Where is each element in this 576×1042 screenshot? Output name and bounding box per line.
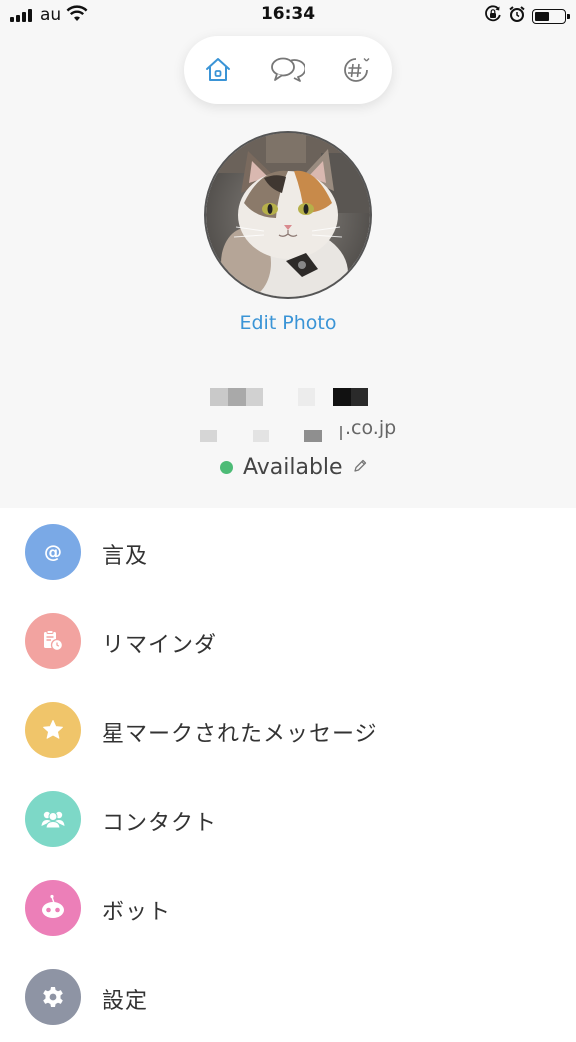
alarm-icon [508, 5, 526, 27]
menu-item-settings[interactable]: 設定 [0, 953, 576, 1042]
menu-label: リマインダ [102, 633, 218, 658]
star-icon [25, 702, 81, 758]
channel-icon [344, 58, 370, 82]
tab-home[interactable] [198, 50, 238, 90]
tab-switcher [184, 36, 392, 104]
svg-text:@: @ [44, 542, 62, 563]
menu-item-bots[interactable]: ボット [0, 864, 576, 953]
menu-item-reminders[interactable]: リマインダ [0, 597, 576, 686]
chat-icon [271, 57, 305, 82]
presence-label: Available [243, 454, 343, 480]
pencil-icon[interactable] [352, 455, 368, 480]
email-domain: .co.jp [345, 417, 397, 439]
bot-icon [25, 880, 81, 936]
orientation-lock-icon [484, 5, 502, 27]
edit-photo-link[interactable]: Edit Photo [0, 312, 576, 334]
gear-icon [25, 969, 81, 1025]
reminder-icon [25, 613, 81, 669]
available-dot-icon [220, 460, 233, 474]
menu-item-contacts[interactable]: コンタクト [0, 775, 576, 864]
avatar[interactable] [204, 131, 372, 299]
battery-icon [532, 8, 570, 24]
presence-status[interactable]: Available [220, 452, 368, 482]
status-bar: au 16:34 [0, 0, 576, 30]
menu-label: 設定 [102, 989, 149, 1014]
tab-channels[interactable] [336, 50, 376, 90]
cat-photo [206, 133, 370, 297]
at-icon: @ [25, 524, 81, 580]
home-icon [206, 58, 230, 81]
menu-label: 星マークされたメッセージ [102, 722, 378, 747]
menu-item-mentions[interactable]: @ 言及 [0, 508, 576, 597]
menu-label: コンタクト [102, 811, 218, 836]
tab-chats[interactable] [267, 50, 307, 90]
menu-label: 言及 [102, 544, 149, 569]
menu-item-starred[interactable]: 星マークされたメッセージ [0, 686, 576, 775]
menu-label: ボット [102, 900, 172, 925]
contacts-icon [25, 791, 81, 847]
